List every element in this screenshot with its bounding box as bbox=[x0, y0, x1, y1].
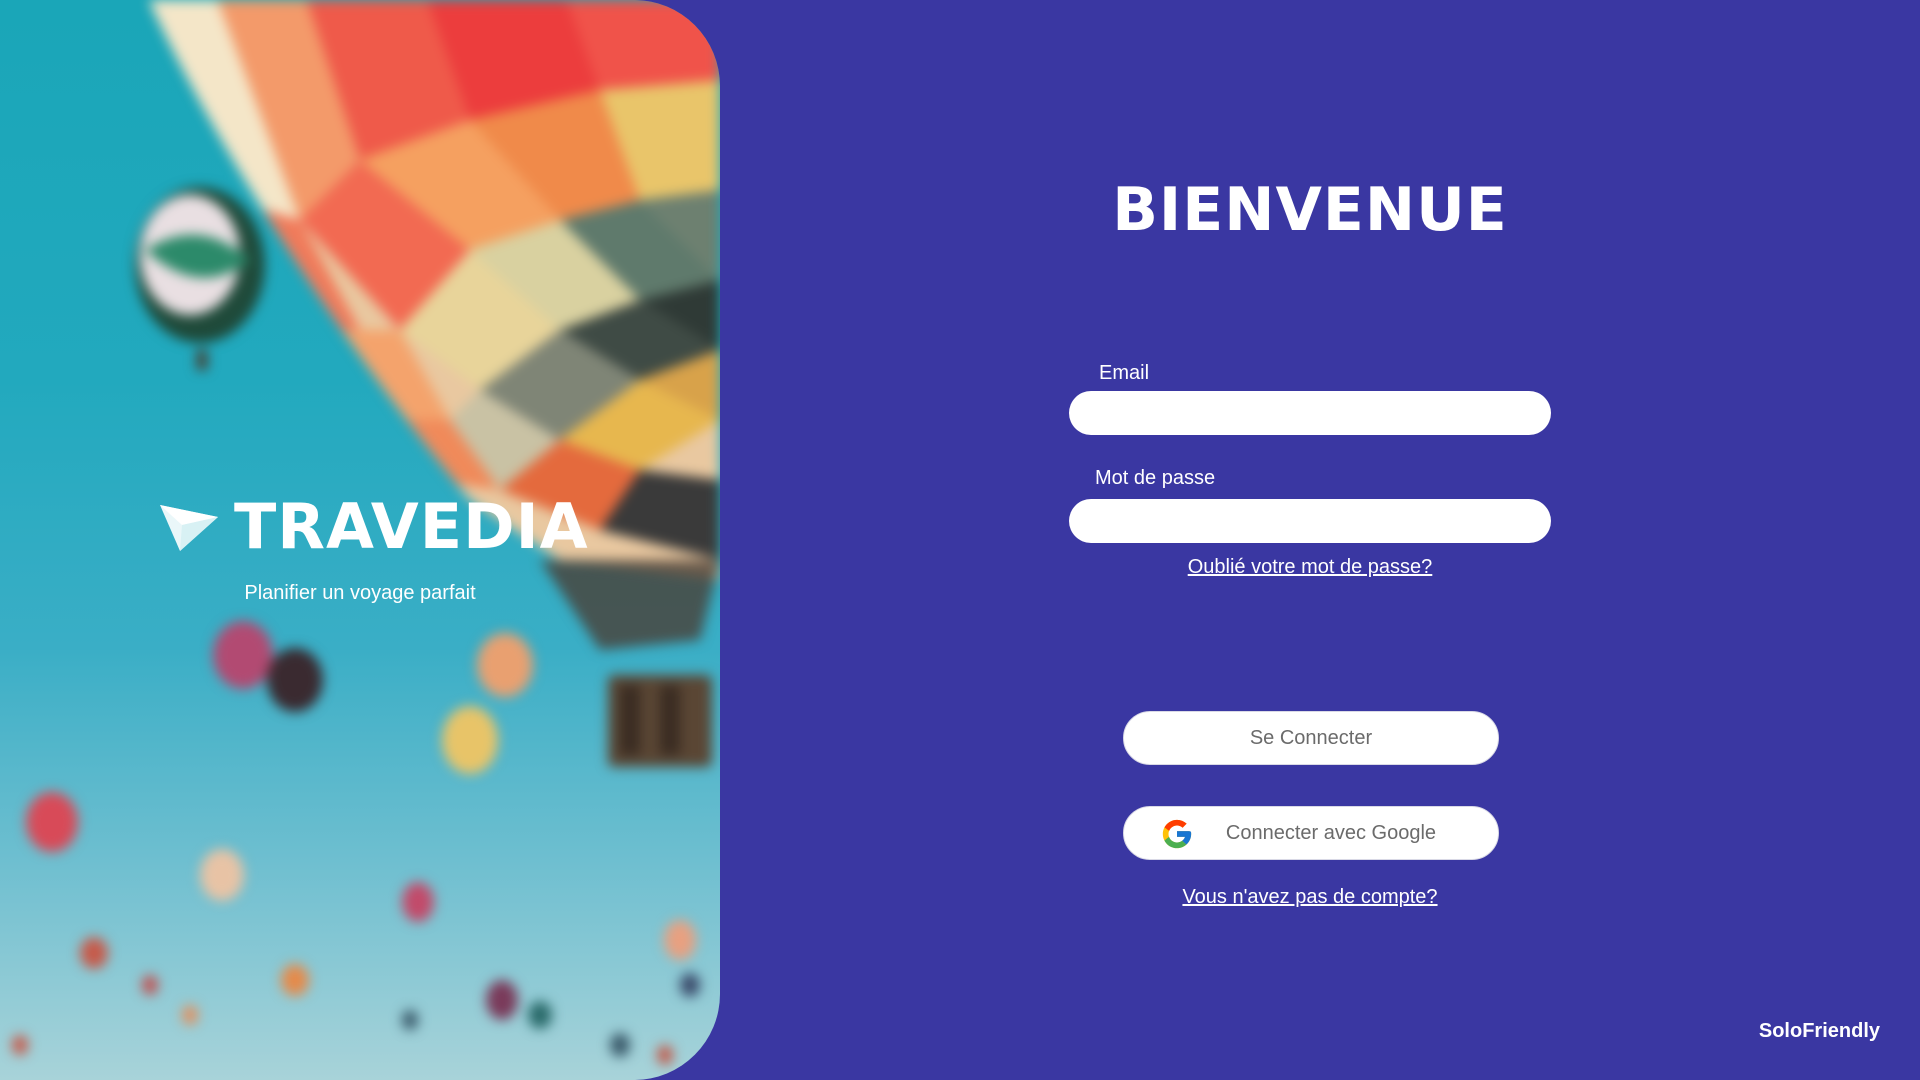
paper-plane-icon bbox=[160, 504, 218, 551]
login-page: TRAVEDIA Planifier un voyage parfait BIE… bbox=[0, 0, 1920, 1080]
google-icon bbox=[1162, 819, 1192, 849]
signin-button[interactable]: Se Connecter bbox=[1123, 711, 1499, 765]
signin-button-label: Se Connecter bbox=[1249, 726, 1373, 749]
hero-panel: TRAVEDIA Planifier un voyage parfait bbox=[0, 0, 720, 1080]
footer-brand: SoloFriendly bbox=[1758, 1020, 1880, 1042]
forgot-password-link[interactable]: Oublié votre mot de passe? bbox=[720, 556, 1900, 579]
brand-name: TRAVEDIA bbox=[234, 490, 589, 563]
google-button-label: Connecter avec Google bbox=[1225, 821, 1437, 844]
google-signin-button[interactable]: Connecter avec Google bbox=[1123, 806, 1499, 860]
page-title: BIENVENUE bbox=[1112, 175, 1508, 245]
brand-logo: TRAVEDIA bbox=[158, 490, 589, 563]
tagline: Planifier un voyage parfait bbox=[244, 582, 476, 604]
password-field[interactable] bbox=[1069, 499, 1551, 543]
email-field[interactable] bbox=[1069, 391, 1551, 435]
password-label: Mot de passe bbox=[1095, 467, 1216, 489]
email-label: Email bbox=[1099, 362, 1150, 384]
signup-link[interactable]: Vous n'avez pas de compte? bbox=[720, 886, 1900, 909]
